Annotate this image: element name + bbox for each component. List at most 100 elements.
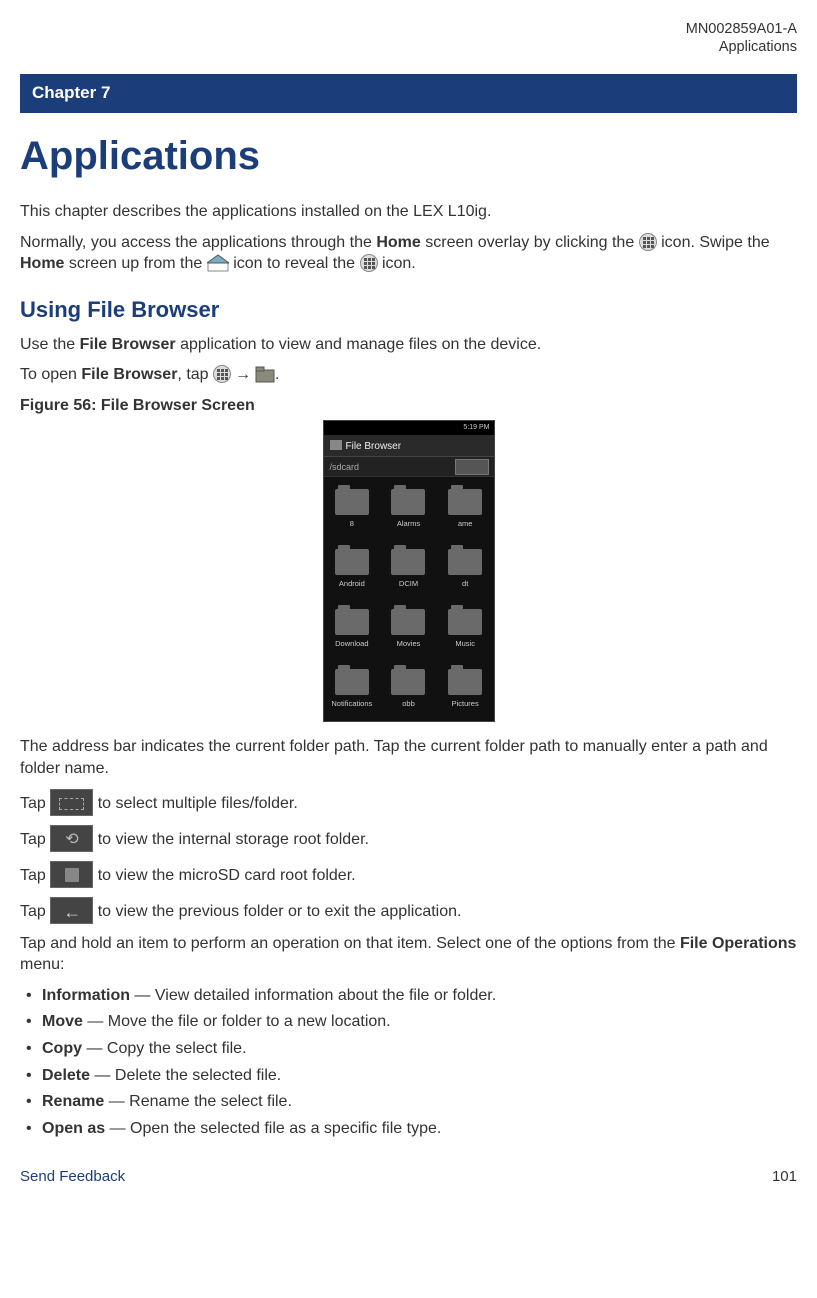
text: to view the previous folder or to exit t…: [93, 903, 461, 920]
op-desc: — Move the file or folder to a new locat…: [83, 1013, 391, 1030]
list-item: Information — View detailed information …: [20, 985, 797, 1007]
folder-cell: 8: [324, 479, 381, 539]
text: .: [275, 366, 279, 383]
page-number: 101: [772, 1167, 797, 1187]
folder-cell: dt: [437, 539, 494, 599]
folder-icon: [335, 609, 369, 635]
folder-cell: Notifications: [324, 659, 381, 719]
folder-label: ame: [458, 519, 473, 529]
file-browser-screenshot: 5:19 PM File Browser /sdcard 8 Alarms am…: [323, 420, 495, 722]
multi-select-button: [455, 459, 489, 475]
op-desc: — Delete the selected file.: [90, 1067, 281, 1084]
folder-label: Download: [335, 639, 368, 649]
header-meta: MN002859A01-A Applications: [20, 20, 797, 56]
folder-cell: Pictures: [437, 659, 494, 719]
folder-cell: Android: [324, 539, 381, 599]
op-desc: — View detailed information about the fi…: [130, 987, 496, 1004]
list-item: Move — Move the file or folder to a new …: [20, 1011, 797, 1033]
folder-icon: [335, 669, 369, 695]
arrow: →: [235, 366, 251, 383]
folder-icon: [448, 549, 482, 575]
op-name: Information: [42, 987, 130, 1004]
tap-back: Tap to view the previous folder or to ex…: [20, 897, 797, 924]
sd-card-icon: [50, 861, 93, 888]
open-file-browser: To open File Browser, tap →.: [20, 364, 797, 386]
tap-multi: Tap to select multiple files/folder.: [20, 789, 797, 816]
send-feedback-link[interactable]: Send Feedback: [20, 1167, 125, 1187]
folder-cell: obb: [380, 659, 437, 719]
tap-root: Tap to view the internal storage root fo…: [20, 825, 797, 852]
op-name: Delete: [42, 1067, 90, 1084]
text: Use the: [20, 336, 80, 353]
folder-cell: Alarms: [380, 479, 437, 539]
folder-label: DCIM: [399, 579, 418, 589]
folder-label: Alarms: [397, 519, 420, 529]
file-ops-ref: File Operations: [680, 935, 796, 952]
text: Tap and hold an item to perform an opera…: [20, 935, 680, 952]
text: icon to reveal the: [229, 255, 360, 272]
folder-label: Movies: [397, 639, 421, 649]
app-title: File Browser: [346, 441, 402, 452]
folder-icon: [448, 609, 482, 635]
folder-icon: [448, 669, 482, 695]
folder-icon: [335, 489, 369, 515]
title-bar: File Browser: [324, 435, 494, 457]
apps-grid-icon: [360, 254, 378, 272]
folder-label: dt: [462, 579, 468, 589]
text: to view the microSD card root folder.: [93, 867, 355, 884]
folder-cell: Music: [437, 599, 494, 659]
text: to view the internal storage root folder…: [93, 831, 369, 848]
folder-label: 8: [350, 519, 354, 529]
file-ops-para: Tap and hold an item to perform an opera…: [20, 933, 797, 976]
folder-icon: [448, 489, 482, 515]
folder-icon: [330, 440, 342, 450]
text: Tap: [20, 903, 50, 920]
text: To open: [20, 366, 81, 383]
text: screen overlay by clicking the: [421, 234, 639, 251]
list-item: Rename — Rename the select file.: [20, 1091, 797, 1113]
apps-grid-icon: [213, 365, 231, 383]
figure-caption: Figure 56: File Browser Screen: [20, 395, 797, 417]
file-ops-list: Information — View detailed information …: [20, 985, 797, 1140]
file-browser-intro: Use the File Browser application to view…: [20, 334, 797, 356]
doc-section: Applications: [719, 39, 797, 55]
text: to select multiple files/folder.: [93, 795, 298, 812]
text: Tap: [20, 795, 50, 812]
op-name: Rename: [42, 1093, 104, 1110]
multi-select-icon: [50, 789, 93, 816]
list-item: Open as — Open the selected file as a sp…: [20, 1118, 797, 1140]
file-browser-ref: File Browser: [80, 336, 176, 353]
folder-cell: ame: [437, 479, 494, 539]
section-heading: Using File Browser: [20, 295, 797, 325]
folder-label: Music: [455, 639, 475, 649]
folder-icon: [391, 549, 425, 575]
folder-icon: [391, 609, 425, 635]
folder-icon: [391, 489, 425, 515]
back-icon: [50, 897, 93, 924]
page-title: Applications: [20, 129, 797, 183]
doc-id: MN002859A01-A: [686, 21, 797, 37]
status-time: 5:19 PM: [463, 424, 489, 431]
op-name: Open as: [42, 1120, 105, 1137]
list-item: Copy — Copy the select file.: [20, 1038, 797, 1060]
folder-icon: [335, 549, 369, 575]
op-desc: — Copy the select file.: [82, 1040, 247, 1057]
tap-sd: Tap to view the microSD card root folder…: [20, 861, 797, 888]
intro-para: This chapter describes the applications …: [20, 201, 797, 223]
text: icon.: [378, 255, 416, 272]
text: menu:: [20, 956, 64, 973]
apps-grid-icon: [639, 233, 657, 251]
text: , tap: [177, 366, 213, 383]
folder-label: obb: [402, 699, 415, 709]
op-name: Copy: [42, 1040, 82, 1057]
folder-icon: [255, 366, 275, 383]
folder-label: Pictures: [452, 699, 479, 709]
access-para: Normally, you access the applications th…: [20, 232, 797, 275]
folder-icon: [391, 669, 425, 695]
status-bar: 5:19 PM: [324, 421, 494, 435]
footer: Send Feedback 101: [20, 1167, 797, 1187]
folder-cell: DCIM: [380, 539, 437, 599]
text: Tap: [20, 831, 50, 848]
op-desc: — Rename the select file.: [104, 1093, 292, 1110]
chapter-bar: Chapter 7: [20, 74, 797, 113]
